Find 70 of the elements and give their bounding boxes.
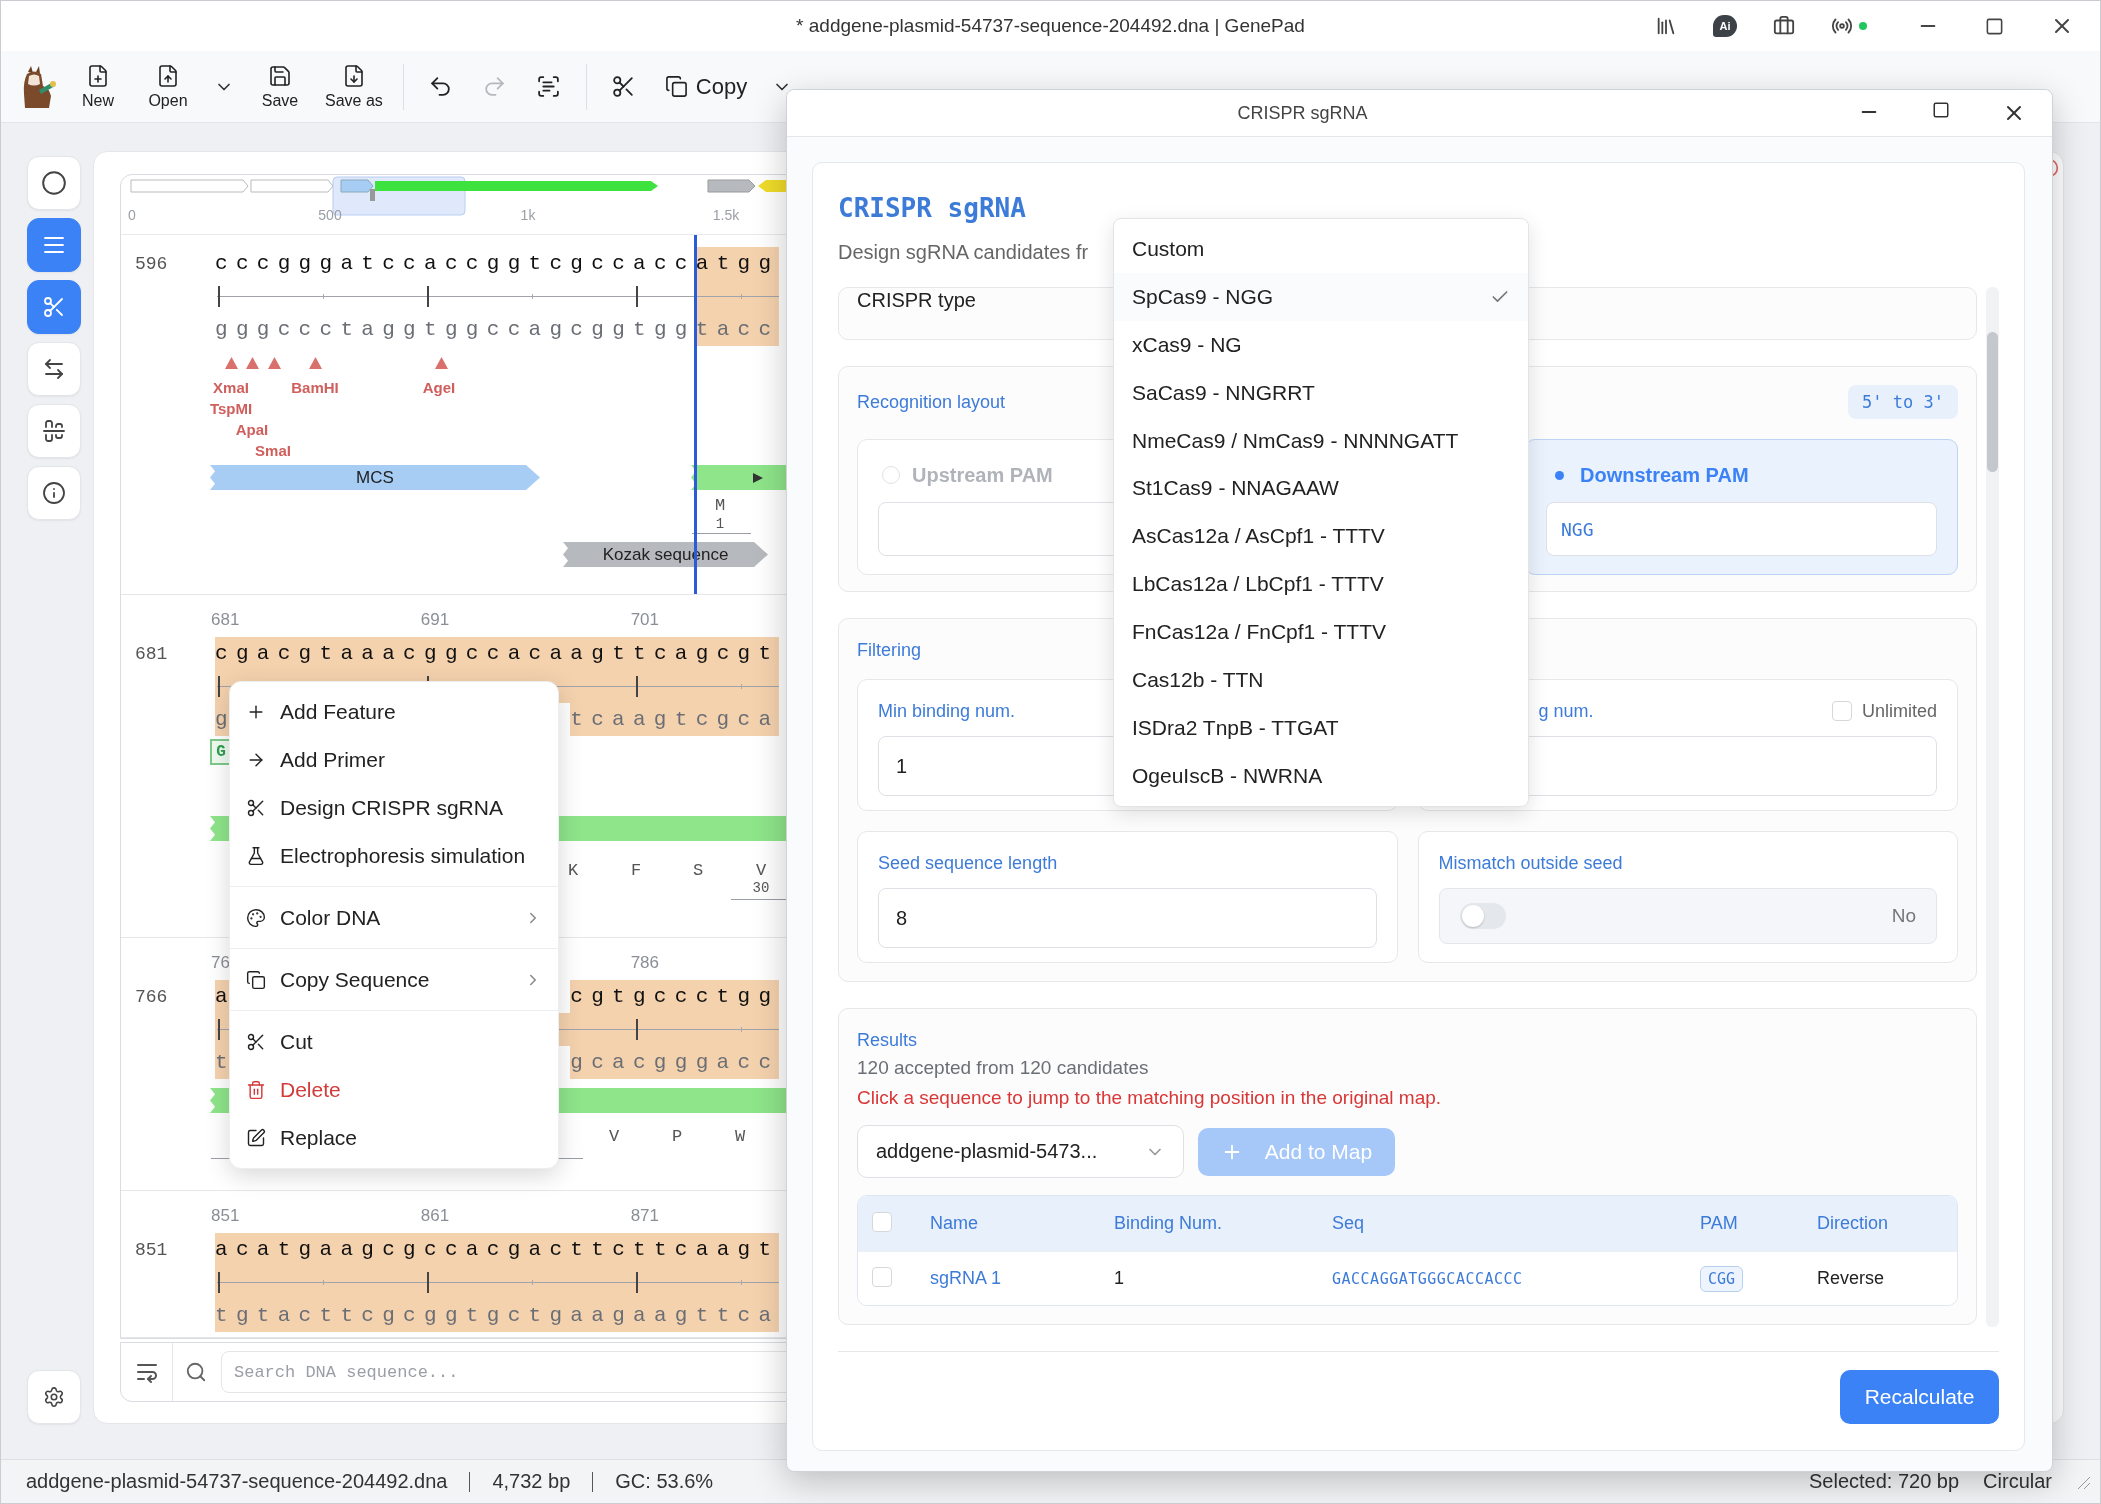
complement-strand: tcaagtcgca bbox=[570, 703, 780, 736]
topology-status: Circular bbox=[1983, 1470, 2052, 1493]
position-label: 76 bbox=[211, 953, 230, 973]
complement-strand: gcacgggacc bbox=[570, 1046, 780, 1079]
status-text: addgene-plasmid-54737-sequence-204492.dna bbox=[26, 1470, 448, 1493]
enzyme-label: SmaI bbox=[255, 441, 291, 461]
codon-index: 30 bbox=[752, 879, 770, 898]
window-title: * addgene-plasmid-54737-sequence-204492.dna | GenePad bbox=[796, 15, 1305, 37]
complement-strand: tgtacttcgcggtgctgaagaagttca bbox=[215, 1299, 780, 1332]
position-label: 871 bbox=[630, 1206, 659, 1226]
amino-acid-label: K bbox=[567, 861, 579, 881]
enzyme-label: BamHI bbox=[291, 378, 339, 398]
amino-acid-label: V bbox=[755, 861, 767, 881]
amino-acid-label: F bbox=[630, 861, 642, 881]
position-label: 861 bbox=[420, 1206, 450, 1226]
enzyme-label: XmaI bbox=[213, 378, 249, 398]
dna-strand: cccgggatccaccggtcgccacc bbox=[215, 251, 696, 277]
base-marker: G bbox=[210, 739, 232, 765]
results-hint: Click a sequence to jump to the matching position in the original map. bbox=[857, 1086, 1443, 1110]
amino-acid-label: P bbox=[671, 1127, 683, 1147]
ruler-label: 0 bbox=[128, 207, 136, 223]
amino-acid-label: S bbox=[692, 861, 704, 881]
line-number: 766 bbox=[135, 986, 168, 1007]
complement-strand: gggccctaggtggccagcggtgg bbox=[215, 317, 696, 343]
line-number: 851 bbox=[135, 1239, 168, 1260]
orientation-badge: 5' to 3' bbox=[1848, 385, 1958, 419]
dialog-title: CRISPR sgRNA bbox=[1236, 102, 1369, 124]
section-title: Results bbox=[857, 1029, 918, 1051]
position-label: 681 bbox=[211, 610, 240, 630]
ruler-label: 500 bbox=[318, 207, 342, 223]
dialog-heading: CRISPR sgRNA bbox=[838, 192, 1027, 224]
field-label: Min binding num. bbox=[878, 700, 1016, 722]
enzyme-label: TspMI bbox=[209, 399, 253, 419]
position-label: 786 bbox=[630, 953, 659, 973]
position-label: 851 bbox=[211, 1206, 240, 1226]
toggle-state: No bbox=[1891, 905, 1916, 927]
selection-status: Selected: 720 bp bbox=[1808, 1470, 1960, 1493]
field-label: Mismatch outside seed bbox=[1438, 852, 1623, 874]
option-label: Downstream PAM bbox=[1580, 463, 1749, 487]
line-number: 681 bbox=[135, 643, 168, 664]
pam-tag: CGG bbox=[1700, 1265, 1744, 1292]
section-title: Recognition layout bbox=[857, 391, 1006, 413]
position-label: 701 bbox=[630, 610, 659, 630]
dna-strand: cgtgccctgg bbox=[570, 980, 780, 1013]
dna-strand: cgacgtaaacggccacaagttcagcgt bbox=[215, 637, 780, 670]
position-label: 691 bbox=[420, 610, 450, 630]
checkbox-label: Unlimited bbox=[1861, 700, 1937, 722]
amino-acid-label: W bbox=[734, 1127, 746, 1147]
status-text: 4,732 bp bbox=[492, 1470, 571, 1493]
table-cell-text: 1 bbox=[1114, 1268, 1125, 1289]
ruler-label: 1k bbox=[520, 207, 536, 223]
table-cell-text: Reverse bbox=[1817, 1268, 1886, 1289]
enzyme-label: ApaI bbox=[235, 420, 269, 440]
dna-strand: acatgaagcgccacgacttcttcaagt bbox=[215, 1233, 780, 1266]
ruler-label: 1.5k bbox=[712, 207, 740, 223]
codon-index: 1 bbox=[715, 515, 725, 534]
results-summary: 120 accepted from 120 candidates bbox=[857, 1056, 1150, 1080]
field-label: Seed sequence length bbox=[878, 852, 1058, 874]
field-label: g num. bbox=[1538, 700, 1594, 722]
dialog-subtitle: Design sgRNA candidates fr bbox=[838, 240, 1089, 265]
field-label: CRISPR type bbox=[857, 289, 976, 311]
amino-acid-label: V bbox=[608, 1127, 620, 1147]
option-label: Upstream PAM bbox=[912, 463, 1053, 487]
line-number: 596 bbox=[135, 253, 168, 274]
amino-acid-label: M bbox=[714, 496, 726, 516]
dna-strand: atgg bbox=[695, 247, 780, 280]
complement-strand: tacc bbox=[695, 313, 780, 346]
enzyme-label: AgeI bbox=[422, 378, 456, 398]
status-text: GC: 53.6% bbox=[615, 1470, 714, 1493]
section-title: Filtering bbox=[857, 639, 922, 661]
